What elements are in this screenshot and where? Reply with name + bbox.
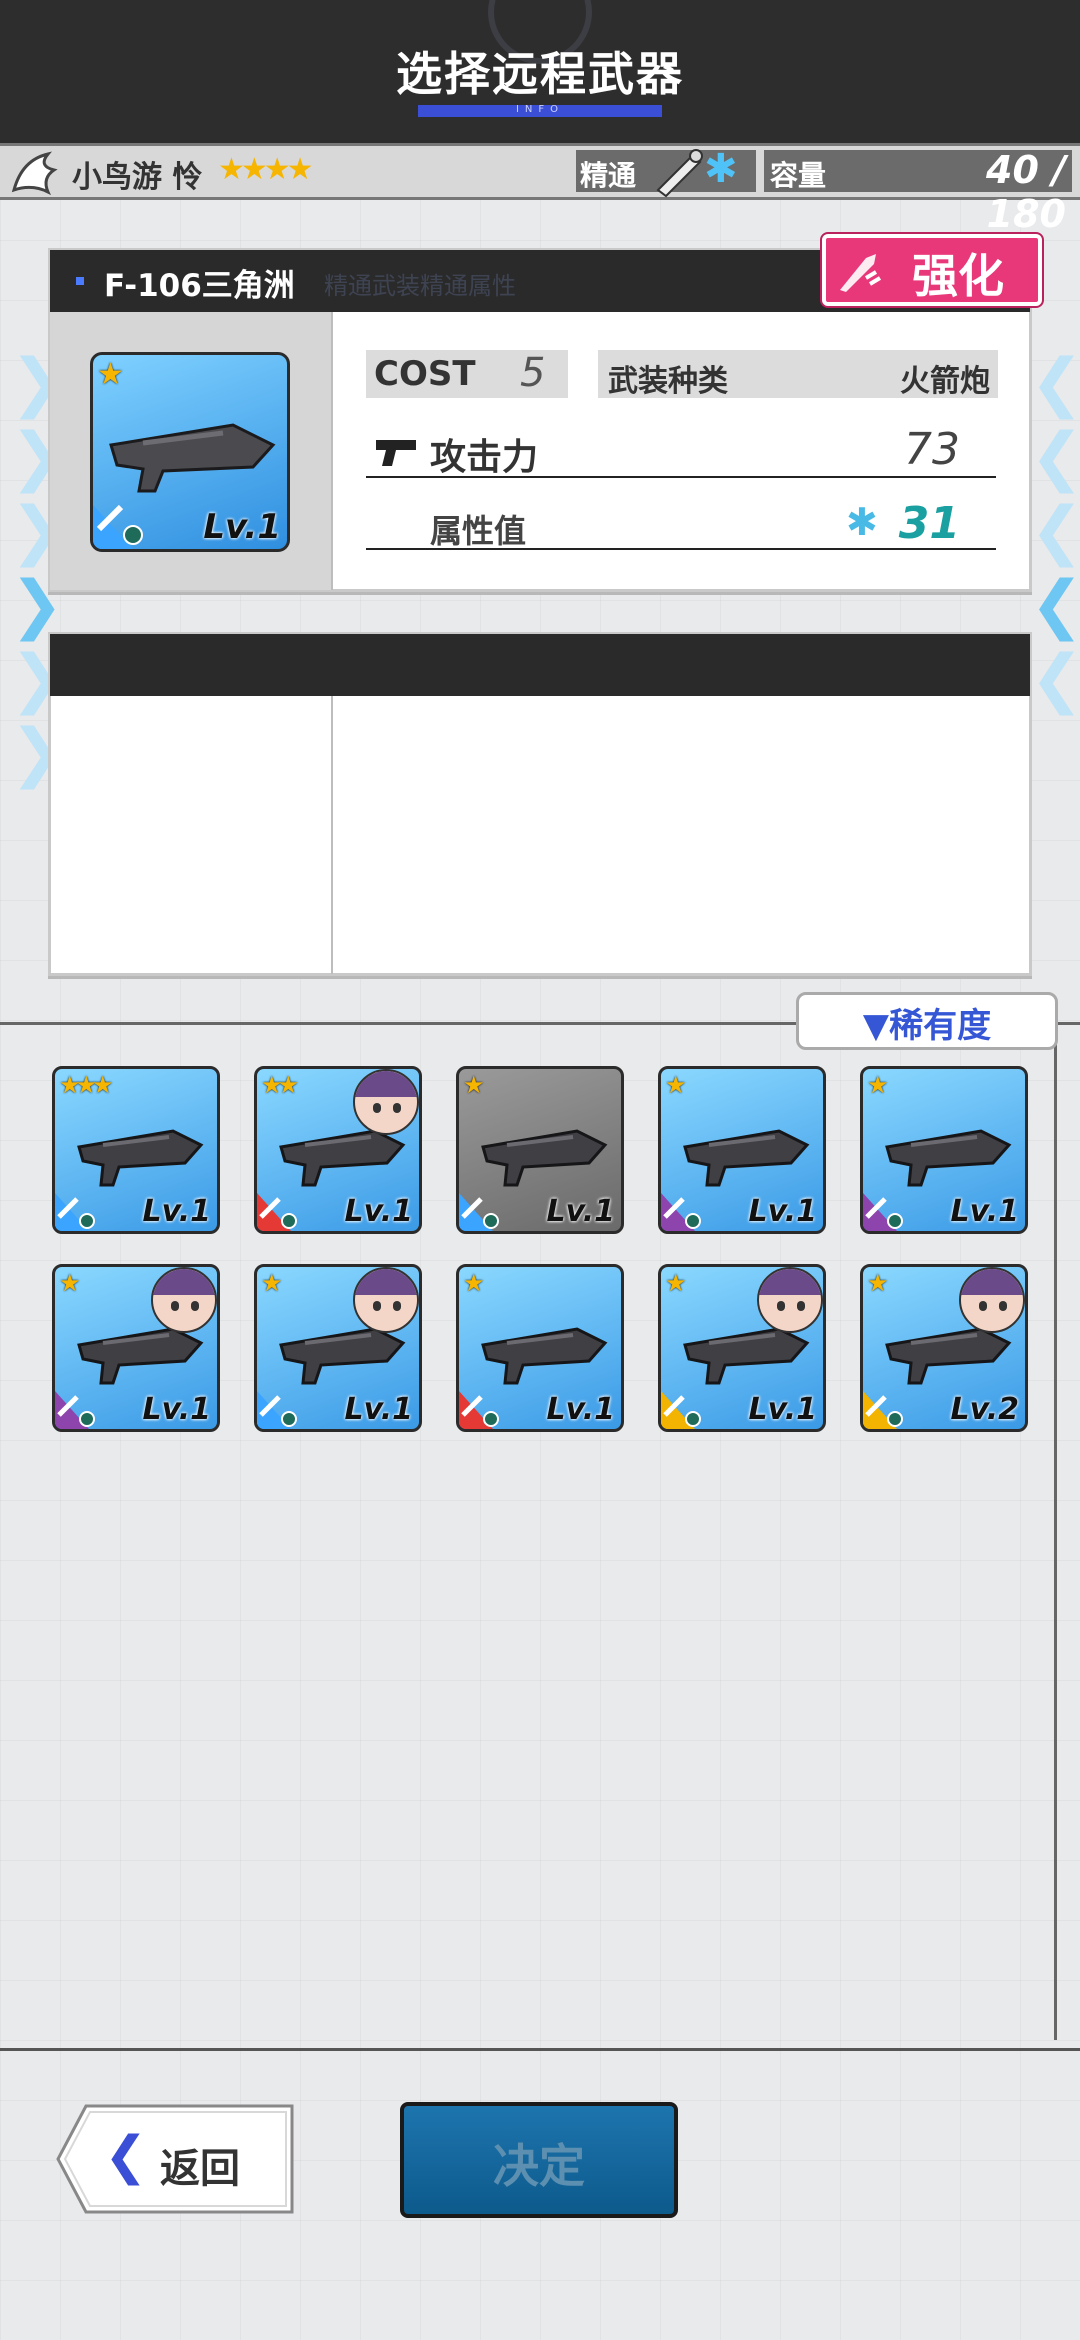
attack-underline — [366, 476, 996, 478]
weapon-type-tag-icon — [863, 1391, 903, 1429]
weapon-type-tag-icon — [257, 1193, 297, 1231]
cost-label: COST — [374, 354, 476, 394]
card-stars: ★ — [59, 1269, 80, 1297]
character-avatar — [353, 1069, 419, 1135]
weapon-type-tag-icon — [257, 1391, 297, 1429]
page-title: 选择远程武器 — [396, 47, 684, 101]
weapon-type-tag-icon — [93, 504, 143, 549]
weapon-card[interactable]: ★★★ Lv.1 — [52, 1066, 220, 1234]
cost-value: 5 — [520, 350, 546, 396]
card-level: Lv.1 — [142, 1194, 212, 1229]
capacity-value: 40 / 180 — [986, 148, 1066, 236]
weapon-card[interactable]: ★ Lv.1 — [860, 1066, 1028, 1234]
character-name: 小鸟游 怜 — [72, 160, 203, 195]
weapon-type-tag-icon — [55, 1193, 95, 1231]
weapon-card[interactable]: ★ Lv.1 — [52, 1264, 220, 1432]
card-level: Lv.1 — [546, 1392, 616, 1427]
weapon-type-tag-icon — [863, 1193, 903, 1231]
divider — [331, 312, 333, 590]
right-chevron-deco: ❮ — [1030, 346, 1080, 420]
attack-gun-icon — [376, 440, 416, 466]
weapon-type-value: 火箭炮 — [900, 364, 990, 399]
confirm-label: 决定 — [493, 2139, 585, 2193]
enhance-rocket-icon — [840, 254, 882, 292]
list-scrollbar-track[interactable] — [1054, 1022, 1057, 2040]
weapon-card[interactable]: ★ Lv.1 — [456, 1264, 624, 1432]
card-level: Lv.1 — [142, 1392, 212, 1427]
title-subtitle: INFO — [515, 104, 565, 115]
card-level: Lv.2 — [950, 1392, 1020, 1427]
right-chevron-deco: ❮ — [1030, 494, 1080, 568]
card-level: Lv.1 — [344, 1194, 414, 1229]
capacity-label: 容量 — [770, 159, 827, 192]
header-bullet — [76, 277, 84, 285]
weapon-type-tag-icon — [459, 1391, 499, 1429]
ice-element-icon: ✱ — [704, 146, 738, 192]
character-avatar — [353, 1267, 419, 1333]
weapon-type-tag-icon — [661, 1193, 701, 1231]
attack-label: 攻击力 — [430, 437, 539, 478]
right-chevron-deco: ❮ — [1030, 568, 1080, 642]
card-level: Lv.1 — [950, 1194, 1020, 1229]
rocket-launcher-icon — [656, 149, 703, 198]
card-stars: ★ — [463, 1269, 484, 1297]
weapon-card[interactable]: ★ Lv.1 — [456, 1066, 624, 1234]
weapon-card[interactable]: ★ Lv.1 — [254, 1264, 422, 1432]
character-avatar — [959, 1267, 1025, 1333]
card-level: Lv.1 — [748, 1194, 818, 1229]
selected-weapon-card: ★ Lv.1 — [90, 352, 290, 552]
back-label: 返回 — [160, 2146, 240, 2192]
weapon-mastery-note: 精通武装精通属性 — [324, 272, 516, 300]
right-chevron-deco: ❮ — [1030, 642, 1080, 716]
footer-divider — [0, 2048, 1080, 2051]
card-stars: ★ — [867, 1071, 888, 1099]
card-level: Lv.1 — [546, 1194, 616, 1229]
card-stars: ★ — [97, 357, 124, 392]
weapon-card[interactable]: ★ Lv.1 — [658, 1066, 826, 1234]
card-stars: ★ — [665, 1269, 686, 1297]
weapon-type-label: 武装种类 — [608, 364, 728, 399]
card-stars: ★★ — [261, 1071, 299, 1099]
weapon-card[interactable]: ★ Lv.1 — [658, 1264, 826, 1432]
enhance-label: 强化 — [912, 249, 1004, 303]
card-stars: ★ — [867, 1269, 888, 1297]
card-stars: ★ — [463, 1071, 484, 1099]
weapon-type-tag-icon — [661, 1391, 701, 1429]
weapon-name: F-106三角洲 — [104, 268, 295, 304]
chevron-left-icon: ❮ — [104, 2126, 148, 2186]
character-avatar — [757, 1267, 823, 1333]
weapon-card[interactable]: ★ Lv.2 — [860, 1264, 1028, 1432]
weapon-card[interactable]: ★★ Lv.1 — [254, 1066, 422, 1234]
attribute-underline — [366, 548, 996, 550]
attribute-value: 31 — [898, 498, 960, 549]
weapon-type-tag-icon — [55, 1391, 95, 1429]
character-emblem-icon — [11, 151, 58, 196]
divider — [331, 696, 333, 974]
card-stars: ★★★ — [59, 1071, 114, 1099]
card-level: Lv.1 — [748, 1392, 818, 1427]
card-stars: ★ — [665, 1071, 686, 1099]
attribute-label: 属性值 — [430, 512, 527, 550]
secondary-panel-header — [50, 634, 1030, 696]
card-stars: ★ — [261, 1269, 282, 1297]
mastery-label: 精通 — [580, 159, 637, 192]
character-stars: ★★★★ — [218, 152, 314, 187]
weapon-type-tag-icon — [459, 1193, 499, 1231]
attack-value: 73 — [904, 424, 960, 475]
character-avatar — [151, 1267, 217, 1333]
card-level: Lv.1 — [344, 1392, 414, 1427]
sort-label: ▼稀有度 — [862, 1006, 992, 1046]
card-level: Lv.1 — [203, 507, 281, 547]
right-chevron-deco: ❮ — [1030, 420, 1080, 494]
ice-element-icon: ✱ — [846, 500, 878, 544]
